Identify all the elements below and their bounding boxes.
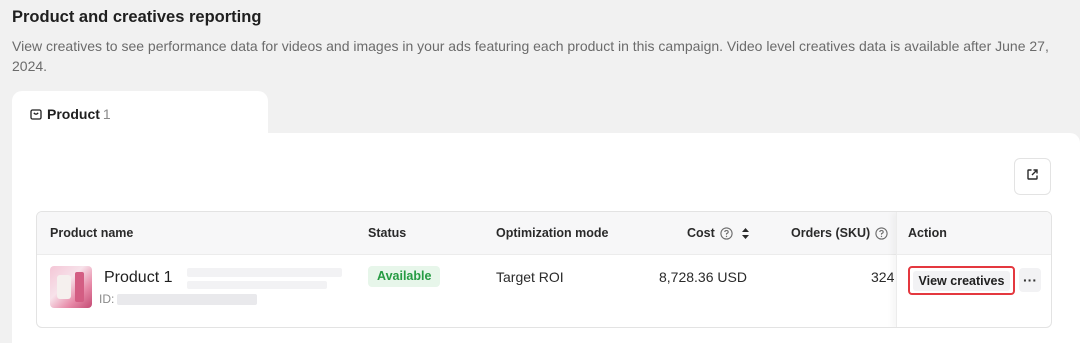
page-title: Product and creatives reporting xyxy=(12,8,262,26)
view-creatives-label: View creatives xyxy=(912,270,1011,291)
tab-product[interactable]: Product 1 xyxy=(12,91,268,137)
help-icon[interactable] xyxy=(720,227,733,240)
column-cost[interactable]: Cost xyxy=(687,212,750,255)
column-status: Status xyxy=(368,226,407,240)
shopping-bag-icon xyxy=(30,108,42,120)
help-icon[interactable] xyxy=(875,227,888,240)
external-link-icon xyxy=(1026,168,1039,186)
sort-icon[interactable] xyxy=(738,227,750,240)
action-row: View creatives ··· xyxy=(37,256,1051,327)
column-product-name: Product name xyxy=(50,226,134,240)
more-options-button[interactable]: ··· xyxy=(1019,268,1041,292)
column-action: Action xyxy=(908,226,947,240)
export-button[interactable] xyxy=(1014,158,1051,195)
column-orders-sku: Orders (SKU) xyxy=(791,212,888,255)
page-description: View creatives to see performance data f… xyxy=(12,38,1049,74)
products-table: Product name Status Optimization mode Co… xyxy=(36,211,1052,328)
view-creatives-button[interactable]: View creatives xyxy=(908,266,1015,295)
column-optimization-mode: Optimization mode xyxy=(496,226,609,240)
tab-count: 1 xyxy=(102,106,111,122)
column-cost-label: Cost xyxy=(687,226,715,240)
column-orders-label: Orders (SKU) xyxy=(791,226,871,240)
tab-label: Product xyxy=(47,106,100,122)
